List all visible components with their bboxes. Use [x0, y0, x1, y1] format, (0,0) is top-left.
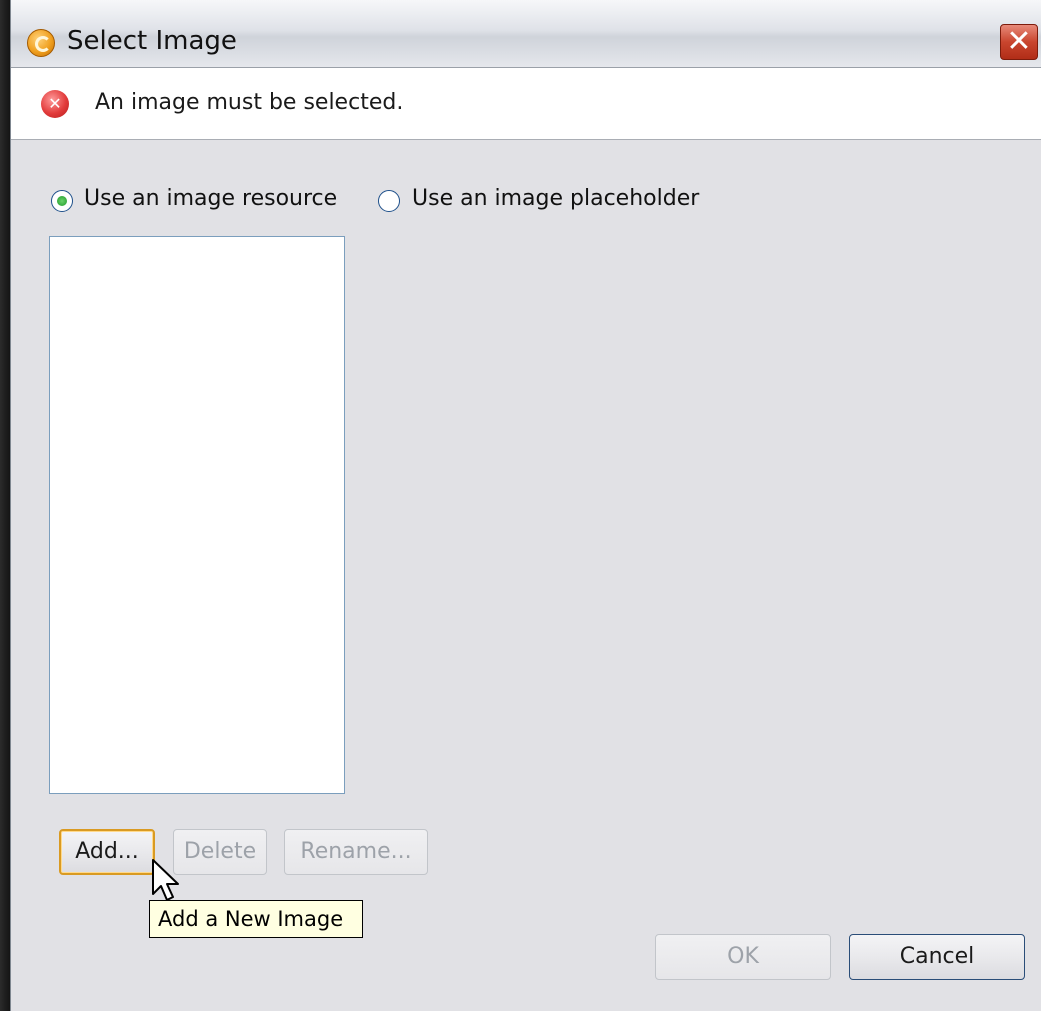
rename-button[interactable]: Rename... [284, 829, 428, 875]
delete-button[interactable]: Delete [173, 829, 267, 875]
image-list[interactable] [49, 236, 345, 794]
resource-radio-label[interactable]: Use an image resource [84, 186, 337, 211]
mouse-pointer-icon [152, 859, 179, 901]
close-icon: ✕ [1006, 24, 1032, 59]
error-icon: ✕ [41, 90, 69, 118]
resource-radio[interactable] [51, 190, 73, 212]
message-area: ✕ An image must be selected. [11, 68, 1041, 140]
close-button[interactable]: ✕ [1000, 24, 1038, 60]
error-message: An image must be selected. [95, 90, 404, 115]
title-bar[interactable]: Select Image ✕ [11, 0, 1041, 68]
cancel-button[interactable]: Cancel [849, 934, 1025, 980]
placeholder-radio[interactable] [378, 190, 400, 212]
add-button[interactable]: Add... [59, 829, 155, 875]
app-logo-icon [27, 29, 55, 57]
placeholder-radio-label[interactable]: Use an image placeholder [412, 186, 699, 211]
dialog-title: Select Image [67, 26, 237, 56]
desktop-background [0, 0, 10, 1011]
ok-button[interactable]: OK [655, 934, 831, 980]
select-image-dialog: Select Image ✕ ✕ An image must be select… [10, 0, 1041, 1011]
